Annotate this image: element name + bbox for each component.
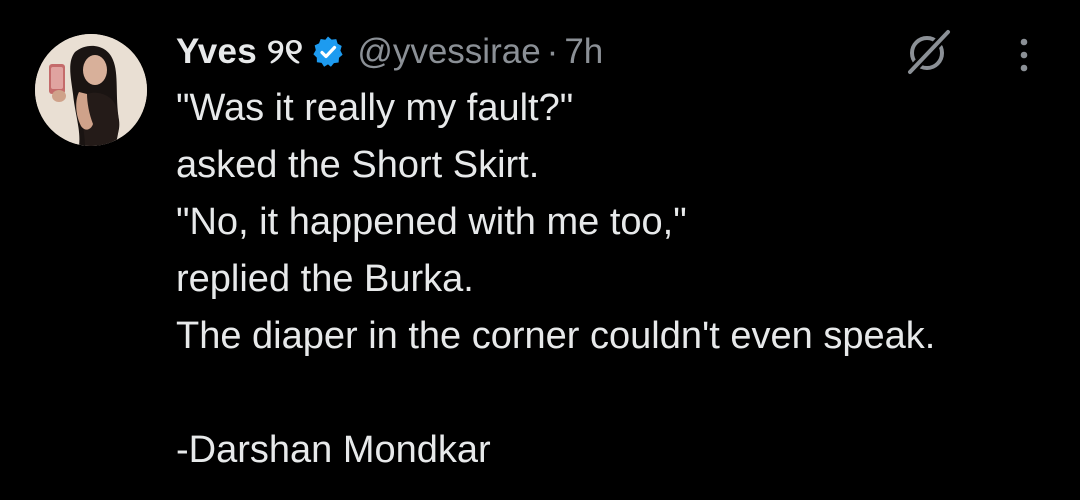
timestamp[interactable]: 7h bbox=[564, 32, 603, 72]
tweet-line: The diaper in the corner couldn't even s… bbox=[176, 315, 936, 357]
tweet-text: "Was it really my fault?" asked the Shor… bbox=[176, 80, 1066, 479]
user-handle[interactable]: @yvessirae bbox=[357, 32, 540, 72]
more-options-icon[interactable] bbox=[1012, 36, 1036, 76]
grok-icon[interactable] bbox=[902, 26, 954, 78]
display-name[interactable]: Yves ୨୧ bbox=[176, 32, 303, 72]
tweet-line: replied the Burka. bbox=[176, 258, 474, 300]
tweet-line: "No, it happened with me too," bbox=[176, 201, 687, 243]
tweet[interactable]: Yves ୨୧ @yvessirae · 7h "Was it really m… bbox=[0, 0, 1080, 500]
separator-dot: · bbox=[546, 32, 559, 71]
verified-badge-icon bbox=[311, 35, 345, 69]
avatar[interactable] bbox=[35, 34, 147, 146]
tweet-attribution: -Darshan Mondkar bbox=[176, 429, 491, 471]
tweet-header: Yves ୨୧ @yvessirae · 7h bbox=[176, 28, 603, 76]
tweet-line: asked the Short Skirt. bbox=[176, 144, 540, 186]
tweet-line: "Was it really my fault?" bbox=[176, 87, 574, 129]
